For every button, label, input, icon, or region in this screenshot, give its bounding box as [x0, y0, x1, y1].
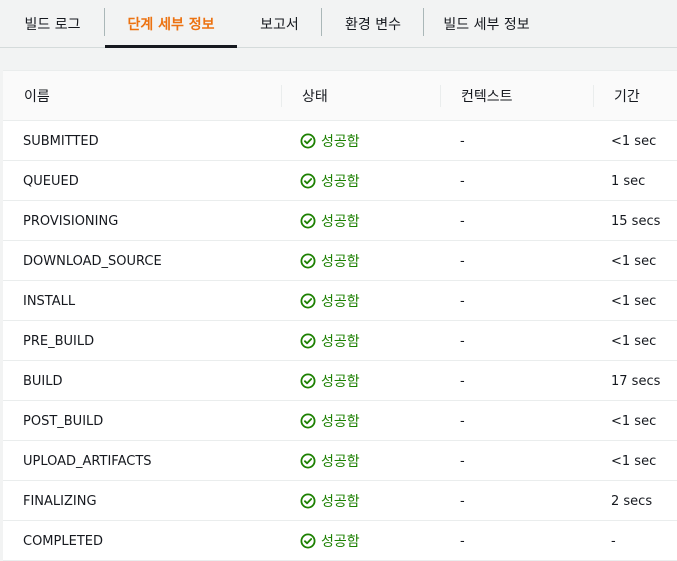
check-circle-icon [300, 133, 321, 149]
phase-name: SUBMITTED [23, 133, 99, 149]
phase-details-panel: 이름 상태 컨텍스트 기간 SUBMITTED 성공함 - <1 sec QUEUED 성… [3, 70, 677, 561]
check-circle-icon [300, 453, 321, 469]
status-cell: 성공함 [300, 361, 360, 401]
status-text: 성공함 [321, 414, 360, 430]
phase-name: POST_BUILD [23, 413, 104, 429]
status-cell: 성공함 [300, 161, 360, 201]
tab-label: 환경 변수 [345, 16, 401, 33]
status-text: 성공함 [321, 534, 360, 550]
phase-name: PRE_BUILD [23, 333, 95, 349]
table-row: DOWNLOAD_SOURCE 성공함 - <1 sec [3, 241, 677, 281]
context-cell: - [460, 173, 465, 189]
phase-name: BUILD [23, 373, 63, 389]
column-divider[interactable] [440, 85, 441, 107]
tab-phase-details[interactable]: 단계 세부 정보 [105, 0, 237, 48]
status-cell: 성공함 [300, 281, 360, 321]
phase-name: INSTALL [23, 293, 76, 309]
duration-cell: <1 sec [611, 413, 657, 429]
column-divider[interactable] [281, 85, 282, 107]
status-cell: 성공함 [300, 201, 360, 241]
status-cell: 성공함 [300, 441, 360, 481]
table-row: UPLOAD_ARTIFACTS 성공함 - <1 sec [3, 441, 677, 481]
check-circle-icon [300, 533, 321, 549]
context-cell: - [460, 293, 465, 309]
duration-cell: <1 sec [611, 293, 657, 309]
check-circle-icon [300, 213, 321, 229]
tab-build-logs[interactable]: 빌드 로그 [0, 0, 105, 47]
tab-label: 빌드 세부 정보 [443, 16, 530, 33]
status-text: 성공함 [321, 174, 360, 190]
context-cell: - [460, 333, 465, 349]
tab-label: 단계 세부 정보 [127, 16, 215, 33]
context-cell: - [460, 453, 465, 469]
status-cell: 성공함 [300, 321, 360, 361]
check-circle-icon [300, 173, 321, 189]
column-header-name[interactable]: 이름 [24, 71, 50, 121]
check-circle-icon [300, 413, 321, 429]
check-circle-icon [300, 333, 321, 349]
column-header-status[interactable]: 상태 [302, 71, 328, 121]
status-cell: 성공함 [300, 401, 360, 441]
tab-bar: 빌드 로그 단계 세부 정보 보고서 환경 변수 빌드 세부 정보 [0, 0, 677, 48]
tab-build-details[interactable]: 빌드 세부 정보 [424, 0, 549, 47]
duration-cell: <1 sec [611, 253, 657, 269]
duration-cell: 1 sec [611, 173, 646, 189]
tab-environment-variables[interactable]: 환경 변수 [322, 0, 424, 47]
duration-cell: <1 sec [611, 333, 657, 349]
context-cell: - [460, 253, 465, 269]
table-row: PRE_BUILD 성공함 - <1 sec [3, 321, 677, 361]
check-circle-icon [300, 253, 321, 269]
column-header-duration[interactable]: 기간 [614, 71, 640, 121]
table-row: FINALIZING 성공함 - 2 secs [3, 481, 677, 521]
status-cell: 성공함 [300, 241, 360, 281]
duration-cell: <1 sec [611, 133, 657, 149]
tab-reports[interactable]: 보고서 [237, 0, 322, 47]
table-row: INSTALL 성공함 - <1 sec [3, 281, 677, 321]
status-cell: 성공함 [300, 521, 360, 561]
check-circle-icon [300, 373, 321, 389]
status-text: 성공함 [321, 254, 360, 270]
status-text: 성공함 [321, 294, 360, 310]
status-cell: 성공함 [300, 121, 360, 161]
status-text: 성공함 [321, 374, 360, 390]
phase-name: COMPLETED [23, 533, 103, 549]
status-text: 성공함 [321, 454, 360, 470]
phase-name: PROVISIONING [23, 213, 119, 229]
status-text: 성공함 [321, 494, 360, 510]
context-cell: - [460, 413, 465, 429]
table-row: QUEUED 성공함 - 1 sec [3, 161, 677, 201]
table-row: PROVISIONING 성공함 - 15 secs [3, 201, 677, 241]
duration-cell: <1 sec [611, 453, 657, 469]
context-cell: - [460, 133, 465, 149]
column-header-context[interactable]: 컨텍스트 [461, 71, 513, 121]
table-row: POST_BUILD 성공함 - <1 sec [3, 401, 677, 441]
tab-label: 보고서 [260, 16, 299, 33]
status-text: 성공함 [321, 134, 360, 150]
status-text: 성공함 [321, 214, 360, 230]
phase-name: DOWNLOAD_SOURCE [23, 253, 162, 269]
context-cell: - [460, 533, 465, 549]
column-divider[interactable] [593, 85, 594, 107]
phase-name: QUEUED [23, 173, 79, 189]
context-cell: - [460, 213, 465, 229]
table-row: COMPLETED 성공함 - - [3, 521, 677, 561]
phase-name: UPLOAD_ARTIFACTS [23, 453, 152, 469]
duration-cell: 17 secs [611, 373, 661, 389]
context-cell: - [460, 493, 465, 509]
table-header: 이름 상태 컨텍스트 기간 [3, 71, 677, 121]
duration-cell: 15 secs [611, 213, 661, 229]
table-row: SUBMITTED 성공함 - <1 sec [3, 121, 677, 161]
table-row: BUILD 성공함 - 17 secs [3, 361, 677, 401]
check-circle-icon [300, 293, 321, 309]
duration-cell: 2 secs [611, 493, 653, 509]
status-cell: 성공함 [300, 481, 360, 521]
duration-cell: - [611, 533, 616, 549]
check-circle-icon [300, 493, 321, 509]
tab-label: 빌드 로그 [24, 16, 81, 33]
status-text: 성공함 [321, 334, 360, 350]
phase-name: FINALIZING [23, 493, 97, 509]
context-cell: - [460, 373, 465, 389]
